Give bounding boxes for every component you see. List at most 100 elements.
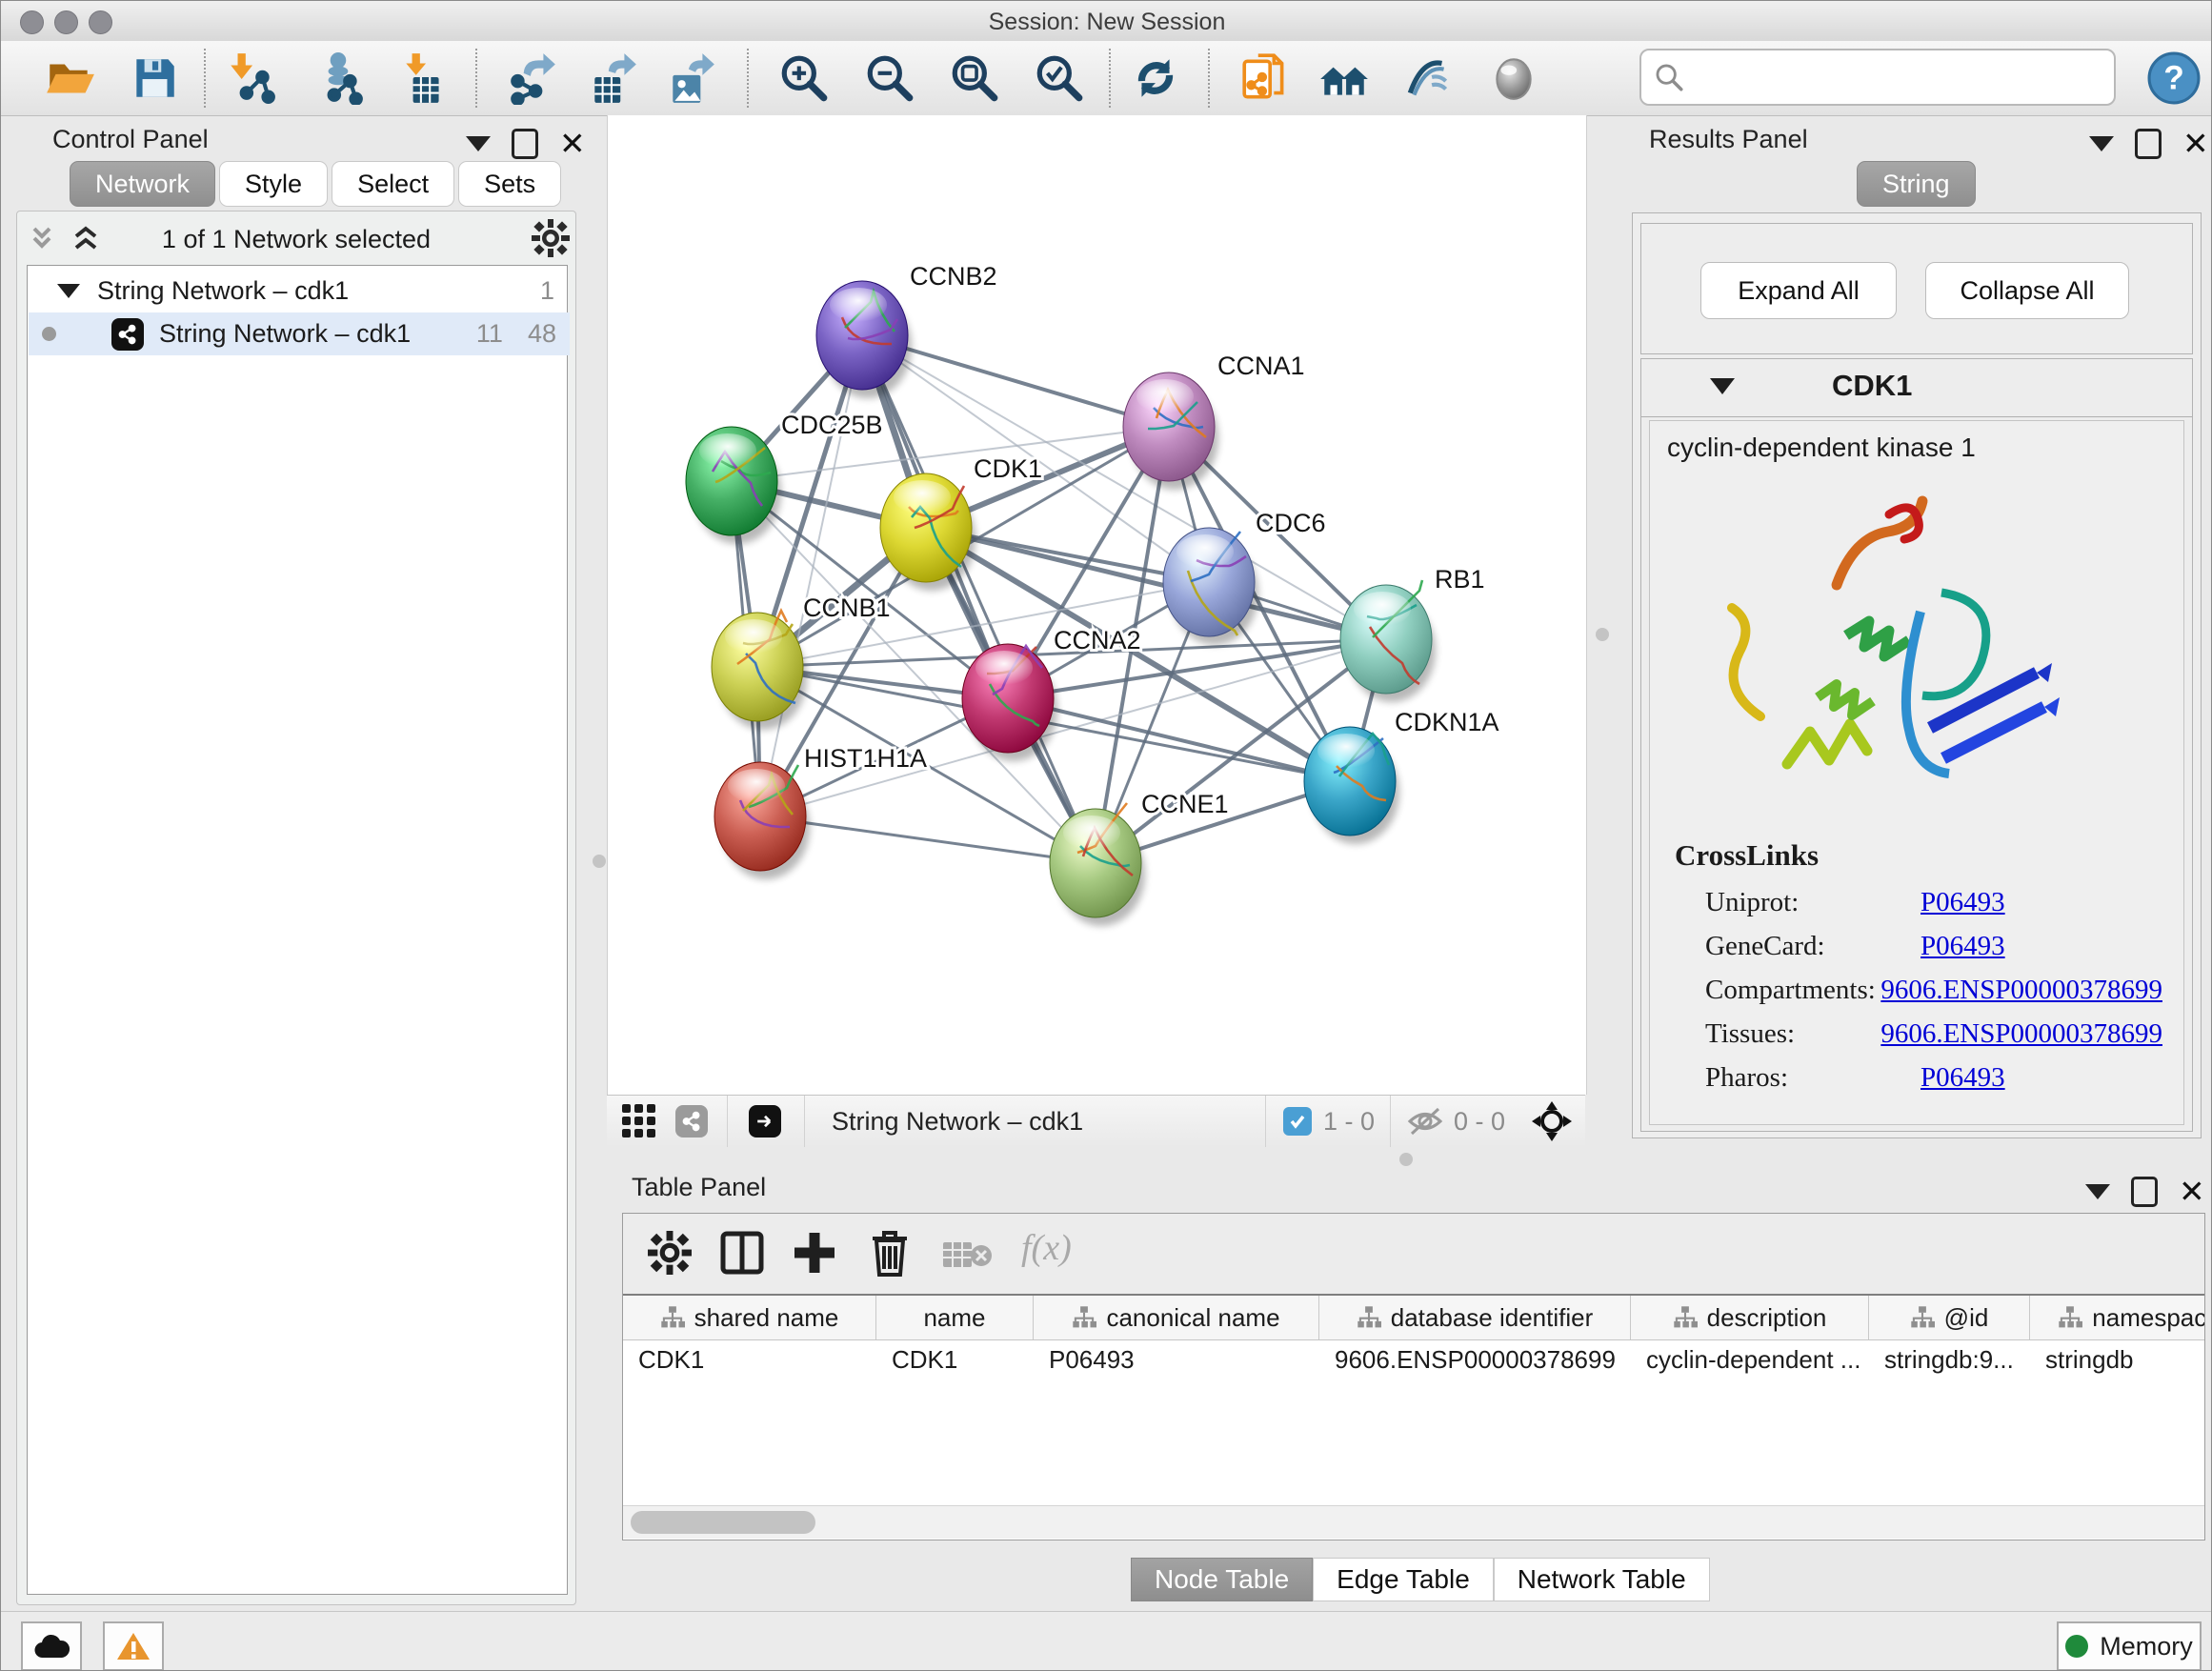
scrollbar-thumb[interactable] [631,1511,815,1534]
cell-shared-name[interactable]: CDK1 [623,1338,876,1381]
search-input[interactable] [1693,62,2104,93]
column-header--id[interactable]: @id [1869,1296,2030,1339]
tab-network-table[interactable]: Network Table [1494,1558,1710,1601]
string-protein-query-icon[interactable] [1238,51,1292,105]
collapse-panel-icon[interactable] [2089,136,2114,151]
zoom-fit-icon[interactable] [948,51,1001,105]
network-node-cdk1[interactable]: CDK1 [880,454,1042,591]
enable-glass-effect-icon[interactable] [1402,51,1456,105]
tab-sets[interactable]: Sets [458,161,561,207]
collapse-panel-icon[interactable] [2085,1184,2110,1199]
network-tree-root-row[interactable]: String Network – cdk1 1 [29,270,570,312]
network-node-rb1[interactable]: RB1 [1340,565,1485,702]
network-options-gear-icon[interactable] [532,219,570,257]
collapse-panel-icon[interactable] [466,136,491,151]
cell-canonical-name[interactable]: P06493 [1034,1338,1319,1381]
close-panel-icon[interactable]: ✕ [2182,131,2209,156]
open-session-icon[interactable] [43,51,96,105]
memory-label: Memory [2100,1632,2193,1661]
hidden-eye-icon[interactable] [1406,1105,1444,1137]
export-network-icon[interactable] [506,51,559,105]
help-icon[interactable]: ? [2147,51,2201,105]
edge-CCNE1-HIST1H1A[interactable] [760,816,1096,863]
table-horizontal-scrollbar[interactable] [623,1505,2204,1539]
split-pane-icon[interactable] [718,1229,766,1277]
table-row[interactable]: CDK1CDK1P064939606.ENSP00000378699cyclin… [623,1338,2205,1381]
left-splitter-handle[interactable] [593,855,606,868]
edge-CCNB2-CCNE1[interactable] [862,335,1096,863]
float-panel-icon[interactable] [2131,1177,2158,1207]
tab-select[interactable]: Select [332,161,454,207]
zoom-in-icon[interactable] [777,51,831,105]
string-home-icon[interactable] [1317,51,1371,105]
crosslink-tissues-link[interactable]: 9606.ENSP00000378699 [1880,1018,2162,1050]
export-image-icon[interactable] [665,51,718,105]
cell--id[interactable]: stringdb:9... [1869,1338,2030,1381]
birds-eye-view-icon[interactable] [1532,1101,1572,1141]
search-box [1639,49,2116,106]
collapse-all-button[interactable]: Collapse All [1925,262,2129,319]
table-settings-gear-icon[interactable] [648,1231,692,1275]
zoom-out-icon[interactable] [863,51,916,105]
network-canvas[interactable]: CCNB2CCNA1CDC25BCDK1CDC6RB1CCNB1CCNA2CDK… [607,115,1587,1095]
network-node-hist1h1a[interactable]: HIST1H1A [714,744,927,879]
apply-function-icon[interactable]: f(x) [1021,1227,1072,1269]
column-header-shared-name[interactable]: shared name [623,1296,876,1339]
collapse-protein-icon[interactable] [1710,378,1735,394]
application-window: Session: New Session [0,0,2212,1671]
cell-namespace[interactable]: stringdb [2030,1338,2205,1381]
expand-all-button[interactable]: Expand All [1700,262,1897,319]
right-splitter-handle[interactable] [1596,628,1609,641]
refresh-icon[interactable] [1129,51,1182,105]
open-in-new-window-icon[interactable] [749,1105,781,1137]
crosslink-compartments-link[interactable]: 9606.ENSP00000378699 [1880,975,2162,1006]
grid-view-icon[interactable] [620,1102,658,1140]
cloud-status-button[interactable] [21,1621,82,1671]
save-session-icon[interactable] [128,51,181,105]
node-count: 11 [476,319,503,349]
network-node-cdkn1a[interactable]: CDKN1A [1304,708,1499,844]
import-network-database-icon[interactable] [312,51,366,105]
tab-network[interactable]: Network [70,161,215,207]
network-overview-icon[interactable] [675,1105,708,1137]
column-header-canonical-name[interactable]: canonical name [1034,1296,1319,1339]
disable-glass-effect-icon[interactable] [1487,51,1540,105]
tab-string[interactable]: String [1857,161,1976,207]
add-column-icon[interactable] [791,1229,838,1277]
network-node-ccnb2[interactable]: CCNB2 [816,262,997,398]
tab-style[interactable]: Style [219,161,328,207]
column-header-name[interactable]: name [876,1296,1034,1339]
warning-status-button[interactable] [103,1621,164,1671]
crosslink-uniprot-link[interactable]: P06493 [1920,887,2005,918]
delete-column-icon[interactable] [867,1227,913,1278]
crosslink-genecard-link[interactable]: P06493 [1920,931,2005,962]
cell-database-identifier[interactable]: 9606.ENSP00000378699 [1319,1338,1631,1381]
protein-header-row[interactable]: CDK1 [1641,359,2192,417]
float-panel-icon[interactable] [2135,129,2162,159]
network-node-ccne1[interactable]: CCNE1 [1050,790,1229,926]
column-header-namespace[interactable]: namespace [2030,1296,2205,1339]
column-header-database-identifier[interactable]: database identifier [1319,1296,1631,1339]
tab-edge-table[interactable]: Edge Table [1313,1558,1494,1601]
delete-table-icon[interactable] [941,1238,993,1271]
close-panel-icon[interactable]: ✕ [2179,1179,2205,1204]
crosslink-pharos-link[interactable]: P06493 [1920,1062,2005,1094]
import-table-file-icon[interactable] [397,51,451,105]
network-tree-child-row[interactable]: String Network – cdk1 11 48 [29,312,570,355]
close-panel-icon[interactable]: ✕ [559,131,586,156]
zoom-selected-icon[interactable] [1033,51,1086,105]
network-node-cdc6[interactable]: CDC6 [1163,509,1326,645]
memory-button[interactable]: Memory [2057,1621,2202,1671]
crosslink-label: Pharos: [1705,1062,1920,1094]
crosslink-label: Tissues: [1705,1018,1880,1050]
cell-description[interactable]: cyclin-dependent ... [1631,1338,1869,1381]
selected-checkbox-icon[interactable] [1283,1107,1312,1136]
column-header-description[interactable]: description [1631,1296,1869,1339]
cell-name[interactable]: CDK1 [876,1338,1034,1381]
tab-node-table[interactable]: Node Table [1131,1558,1313,1601]
export-table-icon[interactable] [587,51,640,105]
tree-expand-icon[interactable] [57,284,80,298]
import-network-file-icon[interactable] [224,51,277,105]
float-panel-icon[interactable] [512,129,538,159]
memory-status-dot [2065,1635,2088,1658]
